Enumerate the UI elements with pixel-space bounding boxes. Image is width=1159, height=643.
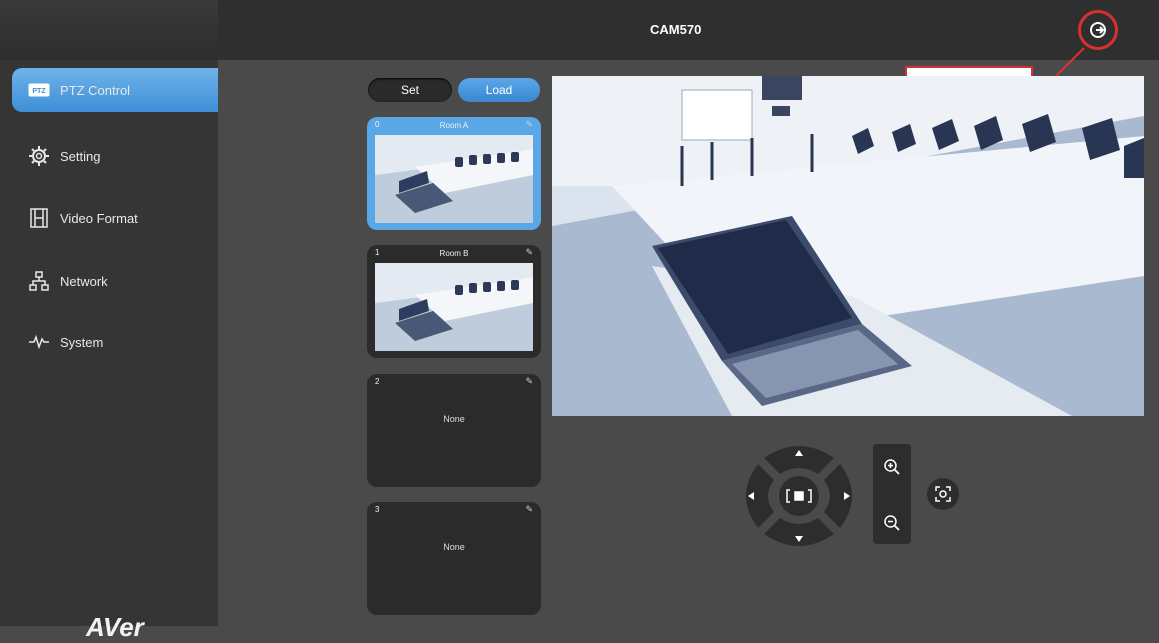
sidebar-item-setting[interactable]: Setting [12,134,218,178]
svg-text:PTZ: PTZ [32,88,46,95]
sidebar-item-system[interactable]: System [12,320,218,364]
zoom-control [873,444,911,544]
preset-card[interactable]: 1 Room B ✎ [367,245,541,358]
preset-thumbnail [375,135,533,223]
zoom-out-button[interactable] [873,504,911,542]
preset-card[interactable]: 0 Room A ✎ [367,117,541,230]
focus-icon [935,486,951,502]
preset-header: 1 Room B ✎ [367,245,541,261]
brand-logo: AVer [86,612,144,642]
sidebar-item-video-format[interactable]: Video Format [12,196,218,240]
sidebar-item-network[interactable]: Network [12,259,218,303]
preset-name: Room B [439,248,469,258]
zoom-out-icon [884,515,900,531]
live-video-preview[interactable] [552,76,1144,416]
sidebar-item-label: Setting [60,148,101,164]
preset-thumbnail [375,263,533,351]
preset-number: 2 [375,377,380,386]
network-icon [28,270,50,292]
preset-card[interactable]: 3 ✎ None [367,502,541,615]
sidebar-item-label: Video Format [60,210,138,226]
edit-icon[interactable]: ✎ [525,247,533,258]
preset-header: 2 ✎ [367,374,541,390]
edit-icon[interactable]: ✎ [525,119,533,130]
sidebar-item-label: PTZ Control [60,82,131,98]
focus-button[interactable] [927,478,959,510]
preset-set-button[interactable]: Set [368,78,452,102]
zoom-in-button[interactable] [873,448,911,486]
top-bar: CAM570 [0,0,1159,60]
edit-icon[interactable]: ✎ [525,504,533,515]
preset-number: 0 [375,120,380,129]
pulse-icon [28,331,50,353]
preset-empty-label: None [443,414,465,424]
film-icon [28,207,50,229]
preset-number: 1 [375,248,380,257]
sidebar: PTZ PTZ Control Setting Video Format Net… [0,60,218,642]
preset-card[interactable]: 2 ✎ None [367,374,541,487]
preset-load-button[interactable]: Load [458,78,540,102]
edit-icon[interactable]: ✎ [525,376,533,387]
preset-empty-label: None [443,542,465,552]
zoom-in-icon [884,459,900,475]
preset-header: 0 Room A ✎ [367,117,541,133]
sidebar-item-ptz-control[interactable]: PTZ PTZ Control [12,68,218,112]
ptz-direction-pad [740,440,858,552]
preset-header: 3 ✎ [367,502,541,518]
sidebar-item-label: Network [60,273,108,289]
gear-icon [28,145,50,167]
preset-number: 3 [375,505,380,514]
ptz-icon: PTZ [28,79,50,101]
page-title: CAM570 [650,22,702,37]
top-bar-left-panel [0,0,218,60]
preset-name: Room A [439,120,469,130]
logout-icon [1090,22,1106,38]
sidebar-item-label: System [60,334,104,350]
